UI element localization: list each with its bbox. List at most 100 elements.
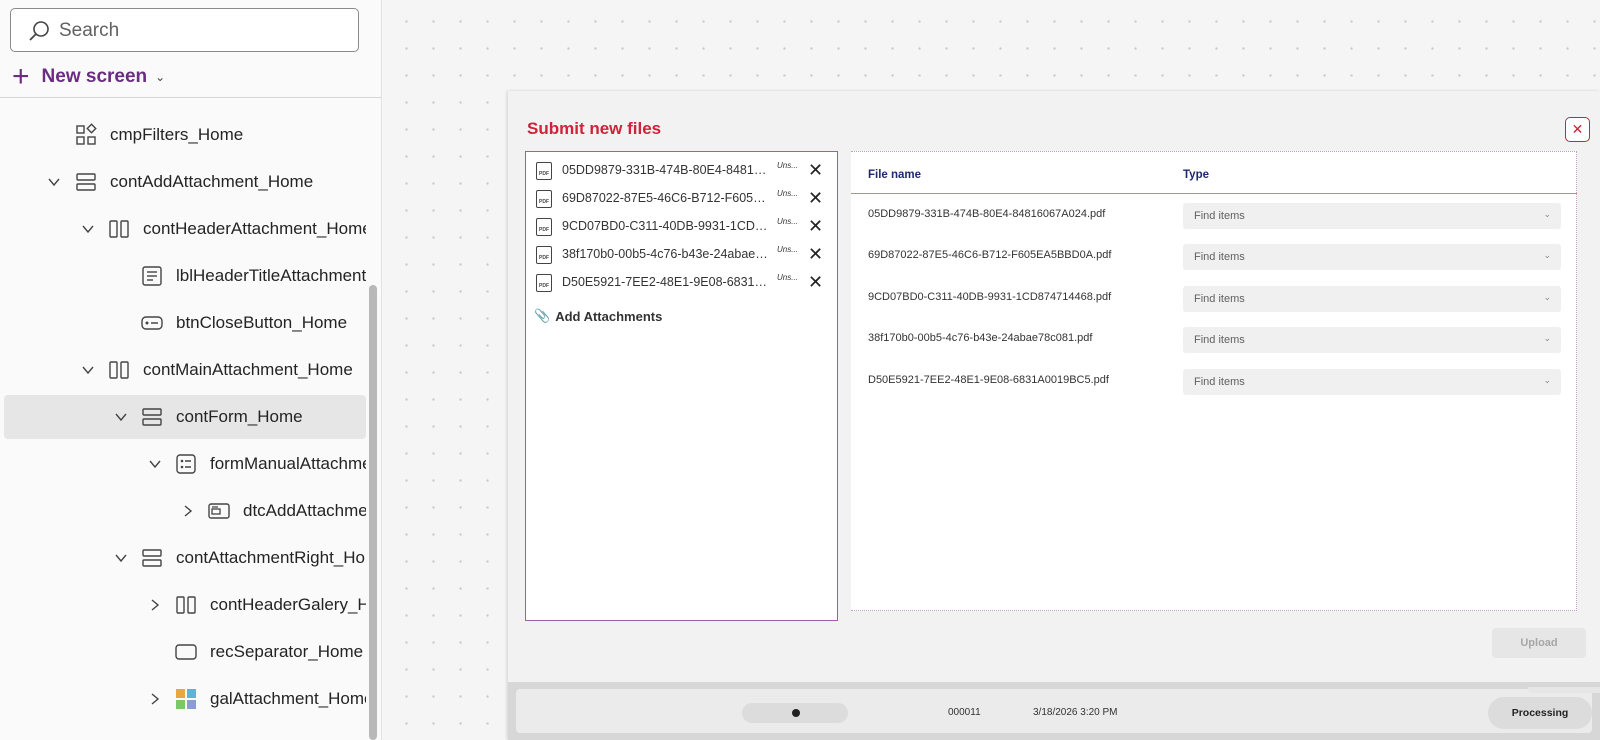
tree-item-contaddattachment[interactable]: contAddAttachment_Home xyxy=(4,160,366,204)
tree-item-label: contForm_Home xyxy=(176,407,303,426)
gallery-icon xyxy=(176,689,196,709)
new-screen-label: New screen xyxy=(41,66,148,87)
column-header-file-name: File name xyxy=(868,169,922,181)
row-file-name: D50E5921-7EE2-48E1-9E08-6831A0019BC5.pdf xyxy=(868,374,1109,386)
search-placeholder: Search xyxy=(59,20,120,41)
tree-item-contheadergalery[interactable]: contHeaderGalery_Home xyxy=(4,583,366,627)
label-icon xyxy=(142,266,162,286)
attachment-item: PDF 38f170b0-00b5-4c76-b43e-24abae78c081… xyxy=(536,244,831,266)
tree-item-contform[interactable]: contForm_Home xyxy=(4,395,366,439)
close-button[interactable]: ✕ xyxy=(1565,117,1590,142)
add-attachments-label: Add Attachments xyxy=(555,308,663,324)
attachment-name[interactable]: 38f170b0-00b5-4c76-b43e-24abae78c081.pdf xyxy=(562,247,772,261)
button-icon xyxy=(141,316,163,330)
search-input[interactable]: Search xyxy=(10,8,359,52)
tree-item-label: lblHeaderTitleAttachment_Home xyxy=(176,266,366,285)
chevron-down-icon[interactable] xyxy=(114,410,128,424)
paperclip-icon: 📎 xyxy=(534,308,551,323)
tree-item-label: contAddAttachment_Home xyxy=(110,172,314,191)
tree-item-galattachment[interactable]: galAttachment_Home xyxy=(4,677,366,721)
tree-item-label: cmpFilters_Home xyxy=(110,125,244,144)
row-file-name: 69D87022-87E5-46C6-B712-F605EA5BBD0A.pdf xyxy=(868,249,1112,261)
tree-item-lblheadertitle[interactable]: lblHeaderTitleAttachment_Home xyxy=(4,254,366,298)
horizontal-container-icon xyxy=(109,220,129,238)
type-dropdown[interactable]: Find items ⌄ xyxy=(1183,203,1561,229)
tree-item-label: contHeaderGalery_Home xyxy=(210,595,366,614)
remove-attachment-button[interactable]: ✕ xyxy=(808,216,823,236)
type-dropdown-placeholder: Find items xyxy=(1194,334,1245,346)
tree-item-contheaderattachment[interactable]: contHeaderAttachment_Home xyxy=(4,207,366,251)
attachment-item: PDF D50E5921-7EE2-48E1-9E08-6831A0019BC5… xyxy=(536,272,831,294)
type-dropdown[interactable]: Find items ⌄ xyxy=(1183,286,1561,312)
chevron-right-icon[interactable] xyxy=(181,504,195,518)
type-dropdown[interactable]: Find items ⌄ xyxy=(1183,327,1561,353)
data-card-icon xyxy=(208,503,230,519)
upload-button[interactable]: Upload xyxy=(1492,628,1586,658)
divider xyxy=(0,97,381,98)
attachment-list: PDF 05DD9879-331B-474B-80E4-84816067A024… xyxy=(525,151,838,621)
status-bar: 000011 3/18/2026 3:20 PM Processing xyxy=(508,682,1600,740)
chevron-down-icon[interactable] xyxy=(81,363,95,377)
type-dropdown-placeholder: Find items xyxy=(1194,210,1245,222)
tree-item-btnclosebutton[interactable]: btnCloseButton_Home xyxy=(4,301,366,345)
attachment-item: PDF 69D87022-87E5-46C6-B712-F605EA5BBD0A… xyxy=(536,188,831,210)
chevron-down-icon: ⌄ xyxy=(155,70,166,84)
record-datetime: 3/18/2026 3:20 PM xyxy=(1033,707,1118,718)
tree-item-recseparator[interactable]: recSeparator_Home xyxy=(4,630,366,674)
type-dropdown[interactable]: Find items ⌄ xyxy=(1183,369,1561,395)
tree-item-formmanualattachment[interactable]: formManualAttachment_Home xyxy=(4,442,366,486)
remove-attachment-button[interactable]: ✕ xyxy=(808,188,823,208)
tree-item-label: recSeparator_Home xyxy=(210,642,364,661)
status-badge: Processing xyxy=(1488,697,1592,729)
pdf-icon: PDF xyxy=(536,274,552,292)
chevron-down-icon[interactable] xyxy=(148,457,162,471)
form-icon xyxy=(176,454,196,474)
type-dropdown[interactable]: Find items ⌄ xyxy=(1183,244,1561,270)
chevron-down-icon: ⌄ xyxy=(1543,209,1551,219)
attachment-status: Uns... xyxy=(777,217,798,226)
pdf-icon: PDF xyxy=(536,246,552,264)
chevron-down-icon: ⌄ xyxy=(1543,333,1551,343)
row-file-name: 9CD07BD0-C311-40DB-9931-1CD874714468.pdf xyxy=(868,291,1112,303)
new-screen-button[interactable]: + New screen ⌄ xyxy=(12,62,165,92)
attachment-status: Uns... xyxy=(777,189,798,198)
hidden-button xyxy=(1528,687,1600,693)
tree-item-cmpfilters[interactable]: cmpFilters_Home xyxy=(4,113,366,157)
record-id: 000011 xyxy=(948,707,981,718)
tree-item-dtcaddattachment[interactable]: dtcAddAttachment_Home xyxy=(4,489,366,533)
pdf-icon: PDF xyxy=(536,162,552,180)
vertical-container-icon xyxy=(76,173,96,191)
tree-item-label: contMainAttachment_Home xyxy=(143,360,353,379)
horizontal-container-icon xyxy=(176,596,196,614)
vertical-container-icon xyxy=(142,408,162,426)
attachment-name[interactable]: 05DD9879-331B-474B-80E4-84816067A024.pdf xyxy=(562,163,772,177)
tree-item-contattachmentright[interactable]: contAttachmentRight_Home xyxy=(4,536,366,580)
tree-item-contmainattachment[interactable]: contMainAttachment_Home xyxy=(4,348,366,392)
chevron-down-icon: ⌄ xyxy=(1543,375,1551,385)
attachment-name[interactable]: D50E5921-7EE2-48E1-9E08-6831A0019BC5.pdf xyxy=(562,275,772,289)
tree-item-label: contAttachmentRight_Home xyxy=(176,548,366,567)
remove-attachment-button[interactable]: ✕ xyxy=(808,160,823,180)
tree-item-label: formManualAttachment_Home xyxy=(210,454,366,473)
chevron-down-icon[interactable] xyxy=(114,551,128,565)
chevron-down-icon[interactable] xyxy=(47,175,61,189)
tree-scrollbar[interactable] xyxy=(369,285,377,740)
add-attachments-button[interactable]: 📎 Add Attachments xyxy=(534,308,662,324)
remove-attachment-button[interactable]: ✕ xyxy=(808,272,823,292)
remove-attachment-button[interactable]: ✕ xyxy=(808,244,823,264)
chevron-down-icon[interactable] xyxy=(81,222,95,236)
pdf-icon: PDF xyxy=(536,190,552,208)
attachment-name[interactable]: 69D87022-87E5-46C6-B712-F605EA5BBD0A.pdf xyxy=(562,191,772,205)
dialog-title: Submit new files xyxy=(527,119,662,138)
component-icon xyxy=(76,123,97,145)
row-file-name: 05DD9879-331B-474B-80E4-84816067A024.pdf xyxy=(868,208,1106,220)
vertical-container-icon xyxy=(142,549,162,567)
table-header: File name Type xyxy=(851,152,1577,194)
attachment-status: Uns... xyxy=(777,161,798,170)
pdf-icon: PDF xyxy=(536,218,552,236)
row-file-name: 38f170b0-00b5-4c76-b43e-24abae78c081.pdf xyxy=(868,332,1093,344)
chevron-right-icon[interactable] xyxy=(148,692,162,706)
chevron-right-icon[interactable] xyxy=(148,598,162,612)
attachment-name[interactable]: 9CD07BD0-C311-40DB-9931-1CD874714468.pdf xyxy=(562,219,772,233)
search-icon xyxy=(29,21,49,41)
